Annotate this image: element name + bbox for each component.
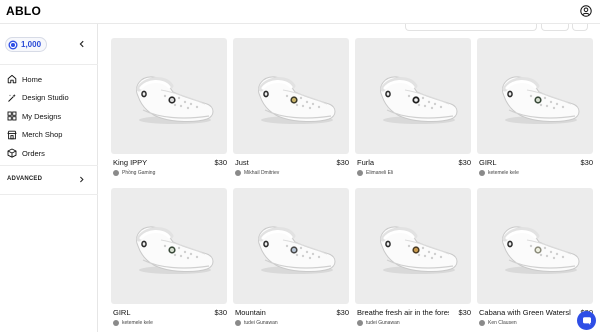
creator-name: tudei Gunawan [366,320,400,326]
sidebar-item-design-studio[interactable]: Design Studio [7,89,93,108]
product-image[interactable] [477,38,593,154]
home-icon [7,75,17,84]
wand-icon [8,93,16,102]
sidebar-divider [0,165,98,166]
sidebar-nav: Home Design Studio My Designs Merch Shop… [7,70,93,163]
clog-image [477,188,593,304]
creator-name: Ken Clausen [488,320,517,326]
clog-image [233,188,349,304]
product-title[interactable]: King IPPY [113,158,147,167]
product-card[interactable]: Mountain $30 tudei Gunawan [233,188,349,332]
sort-select-edge[interactable] [541,24,569,31]
sidebar-item-merch-shop[interactable]: Merch Shop [7,126,93,145]
search-field-edge[interactable] [405,24,537,31]
chevron-right-icon [80,176,84,182]
chevron-left-icon[interactable] [78,40,86,48]
sidebar-item-orders[interactable]: Orders [7,144,93,163]
product-title[interactable]: Cabana with Green Waterslide [479,308,571,317]
clog-image [111,188,227,304]
product-price: $30 [458,158,471,167]
product-card[interactable]: Breathe fresh air in the forest - ... $3… [355,188,471,332]
avatar [113,320,119,326]
product-card[interactable]: Just $30 Mikhail Dmitriev [233,38,349,182]
sidebar-item-label: Merch Shop [22,130,63,140]
sidebar-divider [0,64,98,65]
product-card[interactable]: GIRL $30 ketemele kele [477,38,593,182]
clog-image [355,38,471,154]
creator[interactable]: tudei Gunawan [357,320,400,326]
advanced-section-toggle[interactable]: ADVANCED [7,174,85,184]
product-card[interactable]: Furla $30 Elimaneli Eli [355,38,471,182]
product-title[interactable]: GIRL [479,158,497,167]
product-image[interactable] [355,188,471,304]
creator[interactable]: ketemele kele [113,320,153,326]
creator[interactable]: Phồng Gaming [113,170,155,176]
creator-name: ketemele kele [488,170,519,176]
product-card[interactable]: GIRL $30 ketemele kele [111,188,227,332]
sidebar-item-my-designs[interactable]: My Designs [7,107,93,126]
grid-icon [7,111,17,121]
product-image[interactable] [233,38,349,154]
creator[interactable]: tudei Gunawan [235,320,278,326]
product-price: $30 [580,158,593,167]
creator-name: ketemele kele [122,320,153,326]
product-title[interactable]: Mountain [235,308,266,317]
product-image[interactable] [233,188,349,304]
clog-image [233,38,349,154]
creator-name: Mikhail Dmitriev [244,170,280,176]
creator-name: tudei Gunawan [244,320,278,326]
chat-icon [582,316,591,325]
product-card[interactable]: Cabana with Green Waterslide $30 Ken Cla… [477,188,593,332]
clog-image [355,188,471,304]
clog-image [477,38,593,154]
sidebar-item-label: Design Studio [22,93,69,103]
storefront-icon [7,130,17,139]
avatar [479,320,485,326]
avatar [357,320,363,326]
product-title[interactable]: Just [235,158,249,167]
product-price: $30 [336,308,349,317]
creator[interactable]: Elimaneli Eli [357,170,393,176]
user-circle-icon[interactable] [580,5,592,17]
avatar [235,170,241,176]
credits-value: 1,000 [21,40,42,49]
product-title[interactable]: Furla [357,158,374,167]
coin-icon [8,40,18,49]
creator[interactable]: Ken Clausen [479,320,517,326]
avatar [479,170,485,176]
creator-name: Phồng Gaming [122,170,156,176]
sidebar-item-label: My Designs [22,111,62,121]
advanced-label: ADVANCED [7,176,43,182]
sidebar-item-label: Home [22,74,43,84]
creator[interactable]: Mikhail Dmitriev [235,170,279,176]
product-price: $30 [214,308,227,317]
logo[interactable]: ABLO [6,4,41,18]
clog-image [111,38,227,154]
product-image[interactable] [111,188,227,304]
filter-button-edge[interactable] [572,24,588,31]
product-title[interactable]: Breathe fresh air in the forest - ... [357,308,449,317]
product-image[interactable] [355,38,471,154]
product-image[interactable] [111,38,227,154]
avatar [235,320,241,326]
chat-button[interactable] [577,311,596,330]
product-price: $30 [336,158,349,167]
product-title[interactable]: GIRL [113,308,131,317]
product-image[interactable] [477,188,593,304]
sidebar-item-label: Orders [22,148,45,158]
creator[interactable]: ketemele kele [479,170,519,176]
product-card[interactable]: King IPPY $30 Phồng Gaming [111,38,227,182]
avatar [357,170,363,176]
top-bar: ABLO [0,0,600,24]
creator-name: Elimaneli Eli [366,170,394,176]
sidebar-divider [0,194,98,195]
product-price: $30 [458,308,471,317]
sidebar-item-home[interactable]: Home [7,70,93,89]
credits-badge[interactable]: 1,000 [5,37,48,52]
box-icon [7,148,17,158]
sidebar: 1,000 Home Design Studio My Designs Merc… [0,24,98,332]
product-price: $30 [214,158,227,167]
avatar [113,170,119,176]
